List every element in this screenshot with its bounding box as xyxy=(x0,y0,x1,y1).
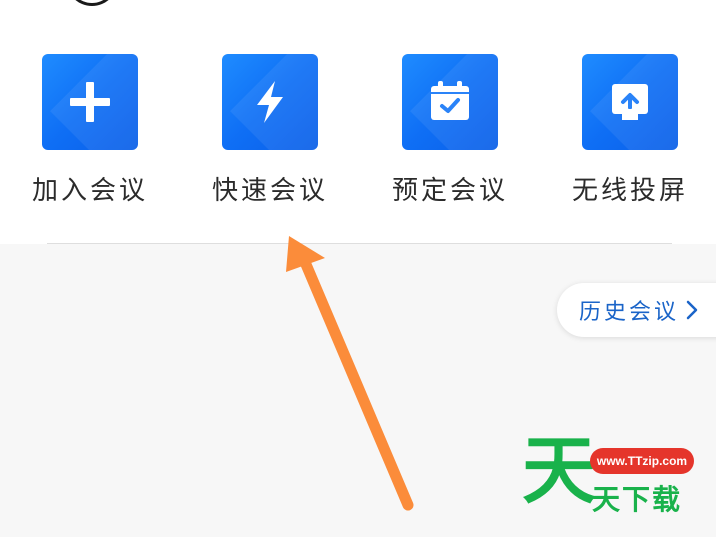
watermark-url: www.TTzip.com xyxy=(590,448,694,474)
watermark-text: 天下载 xyxy=(592,483,683,516)
watermark-logo: 天 www.TTzip.com 天下载 xyxy=(522,434,716,537)
watermark-big-char: 天 xyxy=(522,428,596,514)
